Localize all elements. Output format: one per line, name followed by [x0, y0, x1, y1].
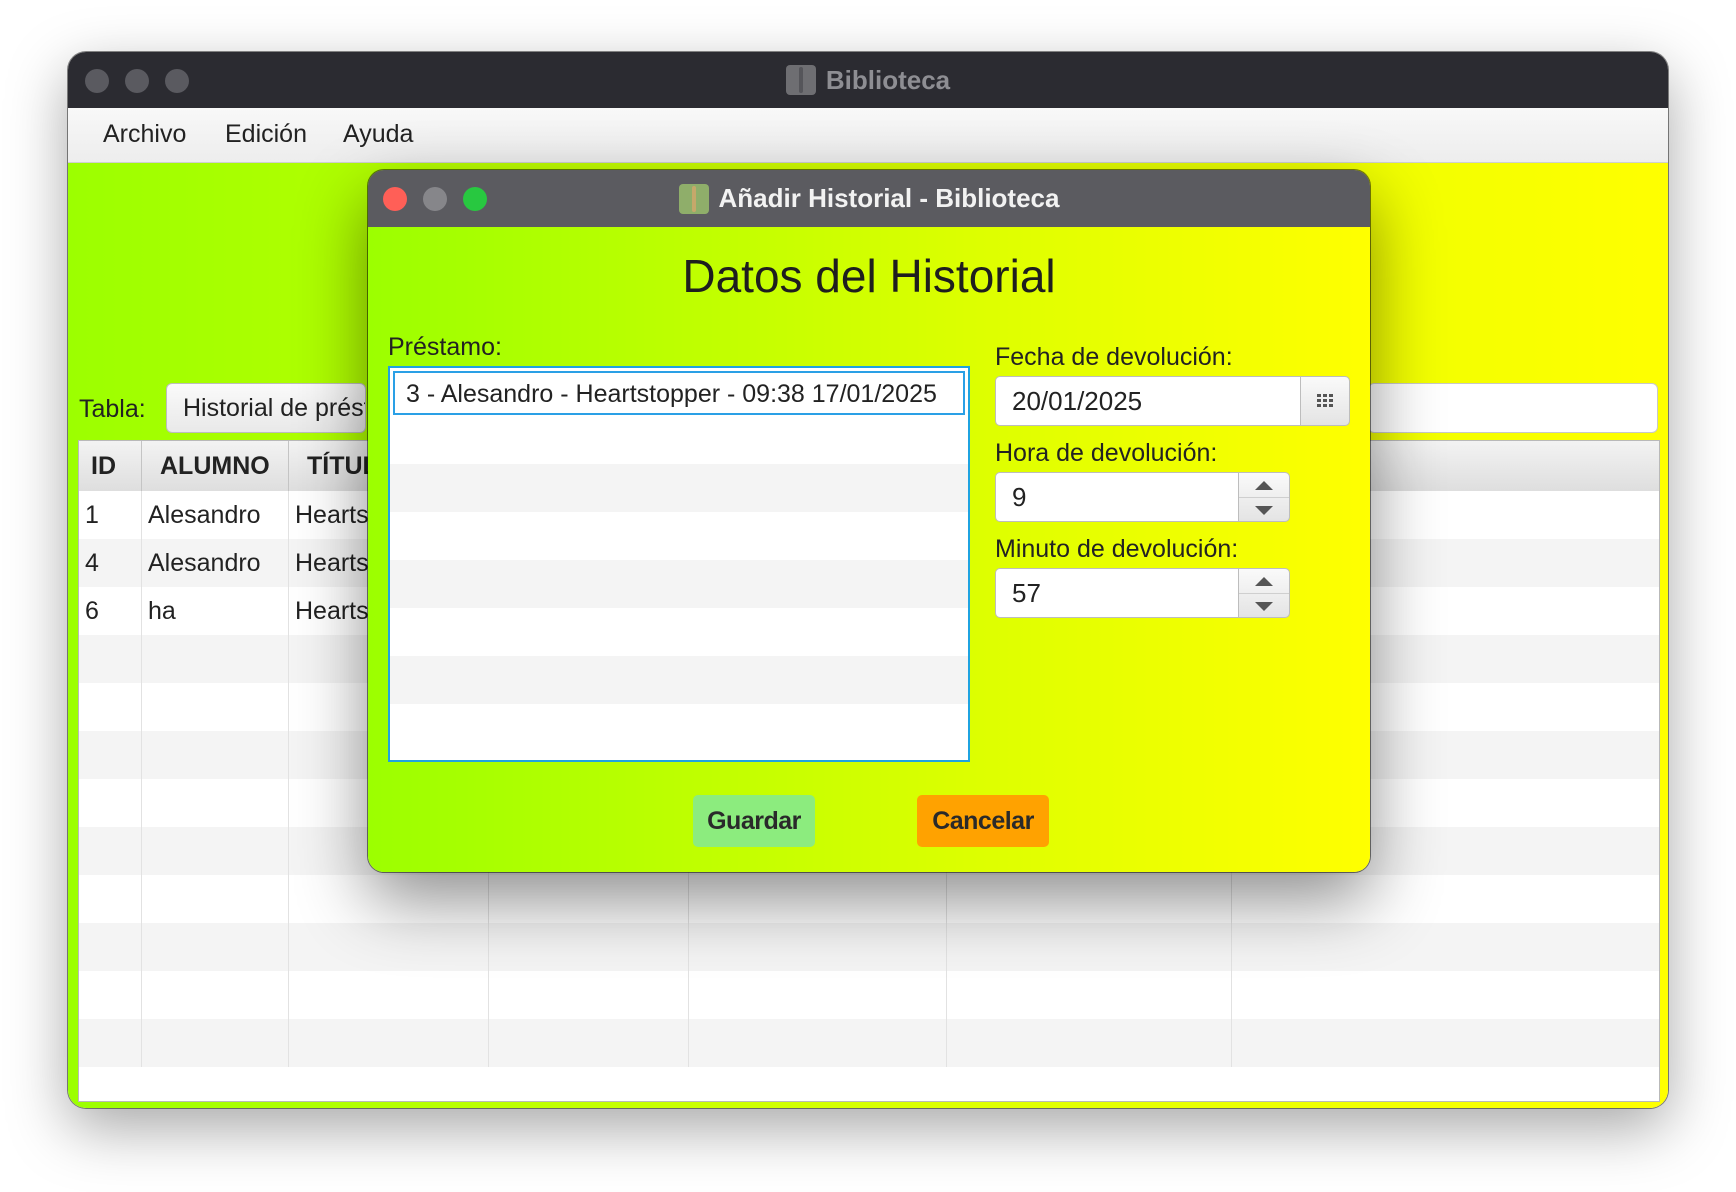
table-cell: [289, 875, 489, 923]
main-titlebar: Biblioteca: [68, 52, 1668, 108]
table-cell: [1232, 923, 1659, 971]
list-item-label: 3 - Alesandro - Heartstopper - 09:38 17/…: [406, 380, 937, 408]
arrow-up-icon: [1255, 480, 1273, 490]
menu-ayuda[interactable]: Ayuda: [343, 120, 413, 149]
guardar-button[interactable]: Guardar: [693, 795, 815, 847]
table-cell: [947, 875, 1232, 923]
table-cell: [79, 875, 142, 923]
search-input[interactable]: [1368, 383, 1658, 433]
fecha-label: Fecha de devolución:: [995, 343, 1233, 371]
table-cell: Alesandro: [142, 491, 289, 539]
hora-spinner-input[interactable]: 9: [995, 472, 1239, 522]
table-cell: [289, 971, 489, 1019]
table-cell: [142, 971, 289, 1019]
table-cell: [689, 923, 947, 971]
add-historial-dialog: Añadir Historial - Biblioteca Datos del …: [368, 170, 1370, 872]
tabla-combobox[interactable]: Historial de préstamos: [166, 383, 366, 433]
hora-decrement-button[interactable]: [1239, 498, 1289, 521]
hora-spinner-buttons: [1238, 472, 1290, 522]
table-cell: [142, 731, 289, 779]
table-row[interactable]: [79, 875, 1659, 923]
book-icon: [785, 65, 816, 95]
column-header-id[interactable]: ID: [79, 441, 142, 491]
tabla-label: Tabla:: [79, 395, 146, 423]
list-item[interactable]: [390, 656, 968, 704]
table-cell: [142, 635, 289, 683]
menu-archivo[interactable]: Archivo: [103, 120, 186, 149]
table-cell: 6: [79, 587, 142, 635]
table-row[interactable]: [79, 923, 1659, 971]
list-item[interactable]: [390, 512, 968, 560]
table-cell: [489, 875, 689, 923]
arrow-down-icon: [1255, 601, 1273, 611]
table-cell: [79, 827, 142, 875]
dialog-titlebar: Añadir Historial - Biblioteca: [368, 170, 1370, 227]
table-cell: [79, 635, 142, 683]
minuto-increment-button[interactable]: [1239, 569, 1289, 594]
table-cell: [79, 1019, 142, 1067]
table-cell: [79, 779, 142, 827]
table-cell: [947, 971, 1232, 1019]
minuto-spinner-input[interactable]: 57: [995, 568, 1239, 618]
dialog-title: Añadir Historial - Biblioteca: [718, 183, 1060, 213]
window-title: Biblioteca: [825, 64, 951, 95]
prestamo-label: Préstamo:: [388, 333, 502, 361]
minuto-spinner-buttons: [1238, 568, 1290, 618]
table-row[interactable]: [79, 971, 1659, 1019]
table-cell: [489, 1019, 689, 1067]
table-cell: [142, 683, 289, 731]
menu-bar: Archivo Edición Ayuda: [68, 108, 1668, 163]
list-item[interactable]: [390, 464, 968, 512]
table-cell: [142, 779, 289, 827]
list-item[interactable]: [390, 608, 968, 656]
date-picker-button[interactable]: [1300, 376, 1350, 426]
calendar-icon: [1317, 394, 1333, 408]
fecha-input[interactable]: 20/01/2025: [995, 376, 1301, 426]
table-cell: [1232, 971, 1659, 1019]
dialog-body: Datos del Historial Préstamo: 3 - Alesan…: [368, 227, 1370, 872]
table-cell: [142, 875, 289, 923]
cancelar-button[interactable]: Cancelar: [917, 795, 1049, 847]
table-cell: [142, 1019, 289, 1067]
table-cell: Alesandro: [142, 539, 289, 587]
table-cell: [142, 827, 289, 875]
table-cell: [289, 923, 489, 971]
table-cell: [489, 971, 689, 1019]
minuto-label: Minuto de devolución:: [995, 535, 1239, 563]
table-cell: [689, 1019, 947, 1067]
table-cell: [1232, 1019, 1659, 1067]
list-item[interactable]: [390, 704, 968, 752]
table-row[interactable]: [79, 1019, 1659, 1067]
dialog-heading: Datos del Historial: [682, 250, 1056, 302]
table-cell: [79, 923, 142, 971]
table-cell: [289, 1019, 489, 1067]
table-cell: [1232, 875, 1659, 923]
list-item[interactable]: [390, 560, 968, 608]
list-item[interactable]: [390, 416, 968, 464]
table-cell: [79, 683, 142, 731]
menu-edicion[interactable]: Edición: [225, 120, 307, 149]
prestamo-list[interactable]: 3 - Alesandro - Heartstopper - 09:38 17/…: [388, 366, 970, 762]
table-cell: ha: [142, 587, 289, 635]
book-icon: [678, 183, 709, 214]
table-cell: [489, 923, 689, 971]
table-cell: 1: [79, 491, 142, 539]
column-header-alumno[interactable]: ALUMNO: [142, 441, 289, 491]
table-cell: [79, 971, 142, 1019]
table-cell: [947, 1019, 1232, 1067]
table-cell: [79, 731, 142, 779]
table-cell: [142, 923, 289, 971]
arrow-down-icon: [1255, 505, 1273, 515]
list-item-selected[interactable]: 3 - Alesandro - Heartstopper - 09:38 17/…: [393, 371, 965, 415]
minuto-decrement-button[interactable]: [1239, 594, 1289, 617]
table-cell: [689, 971, 947, 1019]
arrow-up-icon: [1255, 576, 1273, 586]
hora-increment-button[interactable]: [1239, 473, 1289, 498]
hora-label: Hora de devolución:: [995, 439, 1218, 467]
table-cell: [947, 923, 1232, 971]
table-cell: 4: [79, 539, 142, 587]
table-cell: [689, 875, 947, 923]
